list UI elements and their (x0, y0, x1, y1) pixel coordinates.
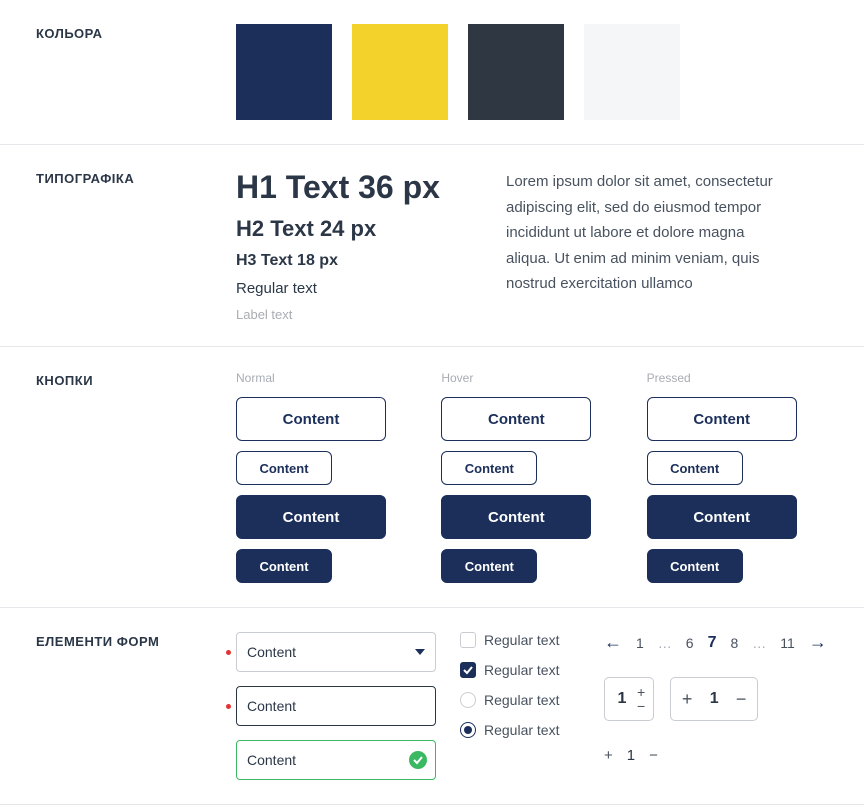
stepper-value: 1 (627, 747, 635, 764)
select-focused[interactable]: Content (236, 686, 436, 726)
plus-icon[interactable]: + (604, 747, 613, 764)
button-col-normal: Normal Content Content Content Content (236, 371, 417, 583)
option-label: Regular text (484, 662, 559, 678)
select-value: Content (247, 698, 296, 714)
solid-button-large[interactable]: Content (236, 495, 386, 539)
regular-text-sample: Regular text (236, 280, 466, 297)
plus-icon[interactable]: + (637, 685, 645, 699)
radio-unchecked[interactable]: Regular text (460, 692, 580, 708)
typography-samples: H1 Text 36 px H2 Text 24 px H3 Text 18 p… (236, 169, 466, 322)
lorem-paragraph: Lorem ipsum dolor sit amet, consectetur … (506, 169, 786, 322)
outline-button-small[interactable]: Content (647, 451, 743, 485)
required-indicator-icon (226, 704, 231, 709)
pagination-ellipsis: … (658, 635, 672, 651)
section-typography-label: ТИПОГРАФІКА (36, 169, 236, 322)
stepper-value: 1 (613, 690, 631, 708)
section-forms: ЕЛЕМЕНТИ ФОРМ Content Content Content (0, 608, 864, 805)
select-default[interactable]: Content (236, 632, 436, 672)
section-buttons-label: КНОПКИ (36, 371, 236, 583)
solid-button-large[interactable]: Content (441, 495, 591, 539)
solid-button-small[interactable]: Content (236, 549, 332, 583)
button-col-hover: Hover Content Content Content Content (441, 371, 622, 583)
arrow-right-icon[interactable]: → (809, 632, 827, 653)
outline-button-large[interactable]: Content (441, 397, 591, 441)
color-swatch (584, 24, 680, 120)
solid-button-large[interactable]: Content (647, 495, 797, 539)
right-column: ← 1 … 6 7 8 … 11 → 1 + − + (604, 632, 828, 780)
stepper-plain[interactable]: + 1 − (604, 747, 828, 764)
checkbox-checked[interactable]: Regular text (460, 662, 580, 678)
section-colors: КОЛЬОРА (0, 0, 864, 145)
page-number[interactable]: 6 (686, 635, 694, 651)
arrow-left-icon[interactable]: ← (604, 632, 622, 653)
checkbox-checked-icon (460, 662, 476, 678)
checkbox-icon (460, 632, 476, 648)
button-state-label: Pressed (647, 371, 828, 385)
button-col-pressed: Pressed Content Content Content Content (647, 371, 828, 583)
required-indicator-icon (226, 650, 231, 655)
color-swatch (352, 24, 448, 120)
section-colors-label: КОЛЬОРА (36, 24, 236, 120)
solid-button-small[interactable]: Content (441, 549, 537, 583)
chevron-down-icon (415, 649, 425, 655)
solid-button-small[interactable]: Content (647, 549, 743, 583)
color-swatches (236, 24, 828, 120)
page-number[interactable]: 8 (731, 635, 739, 651)
option-label: Regular text (484, 692, 559, 708)
button-state-label: Normal (236, 371, 417, 385)
pagination: ← 1 … 6 7 8 … 11 → (604, 632, 828, 653)
outline-button-small[interactable]: Content (441, 451, 537, 485)
section-forms-label: ЕЛЕМЕНТИ ФОРМ (36, 632, 236, 780)
button-state-label: Hover (441, 371, 622, 385)
page-number[interactable]: 1 (636, 635, 644, 651)
check-circle-icon (409, 751, 427, 769)
pagination-ellipsis: … (752, 635, 766, 651)
page-number[interactable]: 11 (780, 635, 795, 651)
select-value: Content (247, 752, 296, 768)
color-swatch (468, 24, 564, 120)
selects-column: Content Content Content (236, 632, 436, 780)
label-text-sample: Label text (236, 307, 466, 322)
checkbox-unchecked[interactable]: Regular text (460, 632, 580, 648)
option-label: Regular text (484, 632, 559, 648)
outline-button-small[interactable]: Content (236, 451, 332, 485)
minus-icon[interactable]: − (649, 747, 658, 764)
h1-sample: H1 Text 36 px (236, 169, 466, 206)
stepper-vertical[interactable]: 1 + − (604, 677, 654, 721)
section-buttons: КНОПКИ Normal Content Content Content Co… (0, 347, 864, 608)
h2-sample: H2 Text 24 px (236, 216, 466, 242)
minus-icon[interactable]: − (733, 689, 749, 710)
select-value: Content (247, 644, 296, 660)
minus-icon[interactable]: − (637, 699, 645, 713)
color-swatch (236, 24, 332, 120)
stepper-horizontal[interactable]: + 1 − (670, 677, 758, 721)
stepper-value: 1 (705, 690, 723, 708)
outline-button-large[interactable]: Content (647, 397, 797, 441)
radio-checked[interactable]: Regular text (460, 722, 580, 738)
select-valid[interactable]: Content (236, 740, 436, 780)
outline-button-large[interactable]: Content (236, 397, 386, 441)
page-number-active[interactable]: 7 (708, 634, 717, 652)
options-column: Regular text Regular text Regular text R… (460, 632, 580, 780)
radio-icon (460, 692, 476, 708)
option-label: Regular text (484, 722, 559, 738)
plus-icon[interactable]: + (679, 689, 695, 710)
h3-sample: H3 Text 18 px (236, 252, 466, 270)
section-typography: ТИПОГРАФІКА H1 Text 36 px H2 Text 24 px … (0, 145, 864, 347)
radio-checked-icon (460, 722, 476, 738)
